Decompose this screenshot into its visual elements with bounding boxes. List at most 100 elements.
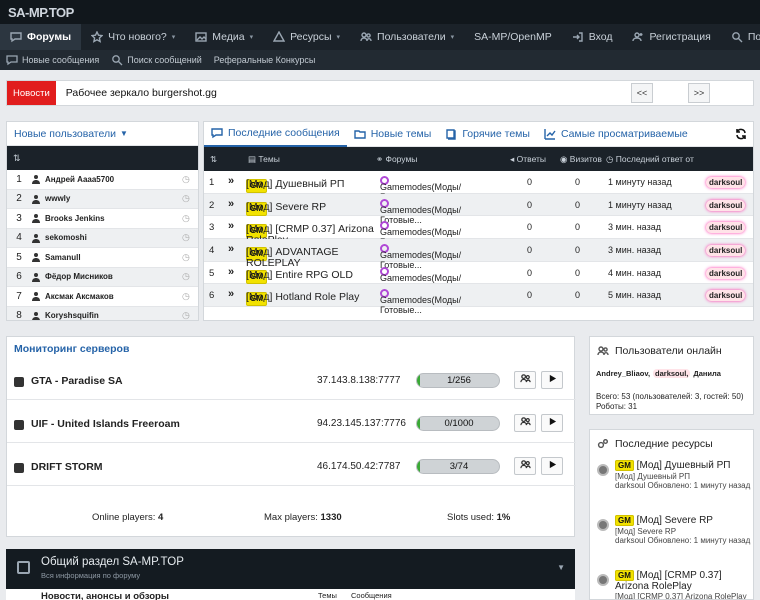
forum-section-header[interactable]: Общий раздел SA-MP.TOP Вся информация по… [6,549,575,589]
tab-most-viewed[interactable]: Самые просматриваемые [537,122,695,147]
news-prev-button[interactable]: << [631,83,653,103]
chevron-down-icon[interactable]: ▼ [557,563,565,572]
table-row[interactable]: 4» GM [Мод] ADVANTAGE ROLEPLAY Gamemodes(Мо… [204,239,753,270]
nav-whats-new[interactable]: Что нового? ▾ [81,24,185,50]
tab-new-topics[interactable]: Новые темы [347,122,439,147]
topic-forum[interactable]: Gamemodes(Моды/Готовые... [380,244,461,270]
table-row[interactable]: 5»GM[Мод] Entire RPG OLDGamemodes(Моды/Г… [204,262,753,293]
new-user-row[interactable]: 8 Koryshsquifin ◷ [7,306,198,320]
server-ip[interactable]: 94.23.145.137:7776 [317,418,406,429]
col-visits[interactable]: ◉ Визитов [560,154,602,165]
last-reply-author[interactable]: darksoul [706,290,746,302]
register-link[interactable]: Регистрация [622,24,720,50]
new-user-row[interactable]: 7 Аксмак Аксмаков ◷ [7,287,198,307]
new-users-dropdown[interactable]: Новые пользователи ▼ [7,122,198,146]
players-button[interactable] [514,371,536,389]
row-number: 5 [209,267,215,279]
user-name[interactable]: Samanull [45,253,182,262]
table-row[interactable]: 1»GM[Мод] Душевный РПGamemodes(Моды/Гото… [204,171,753,202]
table-row[interactable]: 6» GM [Мод] Hotland Role Play Gamemodes(Мод… [204,284,753,315]
play-button[interactable] [541,457,563,475]
new-user-row[interactable]: 5 Samanull ◷ [7,248,198,268]
resource-author[interactable]: darksoul [615,536,645,545]
chevron-right-icon[interactable]: » [228,198,234,210]
users-sort-header[interactable]: ⇅ [7,146,198,170]
user-name[interactable]: Brooks Jenkins [45,214,182,223]
login-link[interactable]: Вход [562,24,623,50]
user-name[interactable]: Koryshsquifin [45,311,182,320]
forum-node-row[interactable]: Новости, анонсы и обзоры Темы Сообщения [6,589,575,600]
new-user-row[interactable]: 1 Андрей Aaaa5700 ◷ [7,170,198,190]
news-text[interactable]: Рабочее зеркало burgershot.gg [66,87,217,99]
resource-author[interactable]: darksoul [615,481,645,490]
topic-forum[interactable]: Gamemodes(Моды/Готовые... [380,176,461,202]
players-button[interactable] [514,457,536,475]
col-answers[interactable]: ◂ Ответы [510,154,546,165]
table-row[interactable]: 3»GM[Мод] [CRMP 0.37] Arizona RolePlayGa… [204,216,753,247]
resource-title[interactable]: GM [Мод] [CRMP 0.37] Arizona RolePlay [615,570,751,592]
user-name[interactable]: sekomoshi [45,233,182,242]
topic-forum[interactable]: Gamemodes(Моды/Готовые... [380,221,461,247]
last-reply-author[interactable]: darksoul [706,267,746,279]
nav-forums[interactable]: Форумы [0,24,82,50]
topic-title-text[interactable]: [Мод] Hotland Role Play [246,292,359,303]
topic-forum[interactable]: Gamemodes(Моды/Готовые... [380,289,461,315]
col-forums[interactable]: ⚭ Форумы [376,154,417,165]
refresh-icon[interactable] [735,128,747,140]
tab-hot-topics[interactable]: Горячие темы [438,122,537,147]
col-last-reply[interactable]: ◷ Последний ответ от [606,154,694,165]
chevron-down-icon: ▾ [450,34,455,41]
last-reply-author[interactable]: darksoul [706,222,746,234]
forum-name[interactable]: Gamemodes(Моды/Готовые... [380,295,461,315]
user-name[interactable]: Аксмак Аксмаков [45,292,182,301]
topic-title-text[interactable]: [Мод] Entire RPG OLD [246,269,353,281]
online-user[interactable]: darksoul, [653,369,691,378]
topic-title-text[interactable]: [Мод] Душевный РП [246,179,344,190]
resource-title-text[interactable]: [Мод] Severe RP [637,515,713,526]
resource-title[interactable]: GM [Мод] Severe RP [615,515,751,526]
chevron-right-icon[interactable]: » [228,175,234,187]
user-name[interactable]: Андрей Aaaa5700 [45,175,182,184]
resource-subtitle: [Мод] Душевный РП [615,472,691,481]
nav-media[interactable]: Медиа ▾ [185,24,263,50]
table-row[interactable]: 2» GM [Мод] Severe RP Gamemodes(Моды/Готовы… [204,193,753,225]
server-ip[interactable]: 37.143.8.138:7777 [317,375,400,386]
col-topics[interactable]: ▤ Темы [248,154,280,165]
user-name[interactable]: Фёдор Мисников [45,272,182,281]
online-user[interactable]: Andrey_Bliaov, [596,369,650,378]
last-reply-author[interactable]: darksoul [706,199,746,211]
new-user-row[interactable]: 2 wwwly ◷ [7,189,198,209]
play-button[interactable] [541,414,563,432]
sort-icon[interactable]: ⇅ [210,154,217,165]
last-reply-author[interactable]: darksoul [706,245,746,257]
chevron-right-icon[interactable]: » [228,220,234,232]
new-user-row[interactable]: 6 Фёдор Мисников ◷ [7,267,198,287]
tab-latest-posts[interactable]: Последние сообщения [204,122,347,147]
chevron-right-icon[interactable]: » [228,243,234,255]
subnav-referral[interactable]: Реферальные Конкурсы [214,55,316,65]
play-button[interactable] [541,371,563,389]
nav-users[interactable]: Пользователи ▾ [350,24,464,50]
search-link[interactable]: Поиск [721,24,760,50]
chevron-right-icon[interactable]: » [228,266,234,278]
last-reply-author[interactable]: darksoul [706,177,746,188]
new-user-row[interactable]: 4 sekomoshi ◷ [7,228,198,248]
site-logo[interactable]: SA-MP.TOP [8,5,74,20]
resource-title-text[interactable]: [Мод] Душевный РП [637,460,731,471]
subnav-search-posts[interactable]: Поиск сообщений [111,54,202,66]
user-name[interactable]: wwwly [45,194,182,203]
players-button[interactable] [514,414,536,432]
server-ip[interactable]: 46.174.50.42:7787 [317,461,400,472]
topic-forum[interactable]: Gamemodes(Моды/Готовые... [380,266,461,293]
online-user[interactable]: Данила [693,369,721,378]
topic-forum[interactable]: Gamemodes(Моды/Готовые... [380,198,461,225]
new-user-row[interactable]: 3 Brooks Jenkins ◷ [7,209,198,229]
news-next-button[interactable]: >> [688,83,710,103]
forum-node-title[interactable]: Новости, анонсы и обзоры [41,591,169,600]
chevron-right-icon[interactable]: » [228,288,234,300]
resource-title[interactable]: GM [Мод] Душевный РП [615,460,751,471]
nav-samp-openmp[interactable]: SA-MP/OpenMP [464,24,562,50]
nav-resources[interactable]: Ресурсы ▾ [263,24,350,50]
subnav-new-posts[interactable]: Новые сообщения [6,54,99,66]
topic-title-text[interactable]: [Мод] Severe RP [246,201,326,213]
